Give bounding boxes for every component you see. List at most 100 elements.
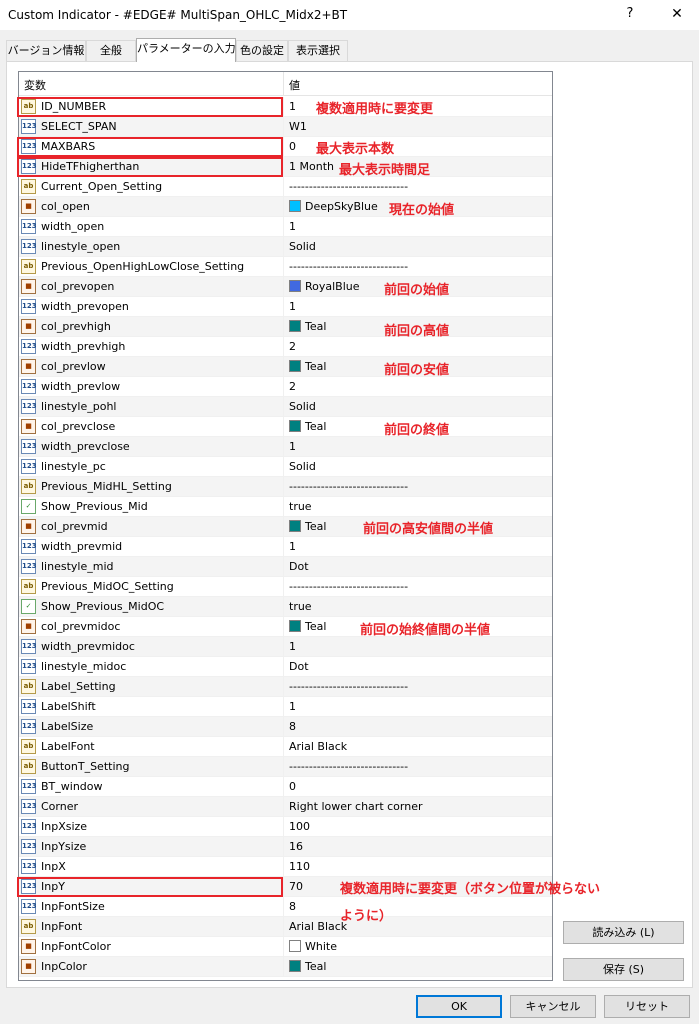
tab-colors[interactable]: 色の設定 [236, 40, 288, 62]
help-button[interactable]: ? [620, 4, 640, 24]
tab-general[interactable]: 全般 [86, 40, 136, 62]
parameter-row[interactable]: ■ col_prevclose Teal [19, 417, 552, 437]
parameter-row[interactable]: ab Previous_MidHL_Setting ----------------… [19, 477, 552, 497]
parameter-row[interactable]: ab Current_Open_Setting ------------------… [19, 177, 552, 197]
parameter-value[interactable]: Teal [289, 960, 326, 973]
parameter-value[interactable]: ------------------------------ [289, 260, 408, 273]
parameter-row[interactable]: 123 InpFontSize 8 [19, 897, 552, 917]
tab-visualization[interactable]: 表示選択 [288, 40, 348, 62]
parameter-value[interactable]: ------------------------------ [289, 760, 408, 773]
parameter-value[interactable]: 100 [289, 820, 310, 833]
parameter-row[interactable]: ✓ Show_Previous_Mid true [19, 497, 552, 517]
parameter-value[interactable]: true [289, 500, 312, 513]
parameter-value[interactable]: Teal [289, 620, 326, 633]
parameter-value[interactable]: W1 [289, 120, 307, 133]
parameter-value[interactable]: ------------------------------ [289, 580, 408, 593]
parameter-row[interactable]: 123 LabelSize 8 [19, 717, 552, 737]
parameter-row[interactable]: 123 SELECT_SPAN W1 [19, 117, 552, 137]
parameter-row[interactable]: 123 InpYsize 16 [19, 837, 552, 857]
parameter-value[interactable]: 70 [289, 880, 303, 893]
parameter-value[interactable]: 1 [289, 540, 296, 553]
parameter-row[interactable]: 123 linestyle_pohl Solid [19, 397, 552, 417]
parameter-value[interactable]: 0 [289, 140, 296, 153]
parameter-value[interactable]: ------------------------------ [289, 480, 408, 493]
parameter-row[interactable]: ab LabelFont Arial Black [19, 737, 552, 757]
load-button[interactable]: 読み込み (L) [563, 921, 684, 944]
parameter-row[interactable]: 123 LabelShift 1 [19, 697, 552, 717]
parameter-row[interactable]: ■ col_prevhigh Teal [19, 317, 552, 337]
parameter-value[interactable]: 110 [289, 860, 310, 873]
column-header-value[interactable]: 値 [289, 77, 300, 93]
parameter-row[interactable]: ab InpFont Arial Black [19, 917, 552, 937]
parameter-value[interactable]: Arial Black [289, 740, 347, 753]
parameter-value[interactable]: Teal [289, 420, 326, 433]
parameter-row[interactable]: 123 linestyle_mid Dot [19, 557, 552, 577]
parameter-value[interactable]: 1 [289, 300, 296, 313]
parameter-row[interactable]: 123 width_prevopen 1 [19, 297, 552, 317]
parameter-value[interactable]: Solid [289, 460, 316, 473]
parameter-value[interactable]: 8 [289, 720, 296, 733]
parameter-row[interactable]: ■ col_prevlow Teal [19, 357, 552, 377]
reset-button[interactable]: リセット [604, 995, 690, 1018]
parameter-row[interactable]: 123 width_prevmidoc 1 [19, 637, 552, 657]
parameter-name: InpX [41, 860, 66, 873]
parameter-value[interactable]: Teal [289, 520, 326, 533]
parameter-value[interactable]: Arial Black [289, 920, 347, 933]
parameter-value[interactable]: ------------------------------ [289, 680, 408, 693]
close-button[interactable]: ✕ [667, 4, 687, 24]
parameter-value[interactable]: 1 [289, 220, 296, 233]
parameter-value[interactable]: true [289, 600, 312, 613]
parameter-value-text: DeepSkyBlue [305, 200, 378, 213]
parameter-value[interactable]: 1 Month [289, 160, 334, 173]
parameter-value[interactable]: 2 [289, 380, 296, 393]
parameter-value[interactable]: ------------------------------ [289, 180, 408, 193]
parameter-value[interactable]: 0 [289, 780, 296, 793]
parameter-row[interactable]: 123 linestyle_pc Solid [19, 457, 552, 477]
parameter-row[interactable]: 123 width_open 1 [19, 217, 552, 237]
parameter-value[interactable]: Teal [289, 360, 326, 373]
parameter-value[interactable]: 1 [289, 100, 296, 113]
parameter-value[interactable]: 8 [289, 900, 296, 913]
parameter-row[interactable]: ab Label_Setting -------------------------… [19, 677, 552, 697]
parameter-value[interactable]: RoyalBlue [289, 280, 360, 293]
column-divider[interactable] [283, 72, 284, 96]
parameter-value[interactable]: 1 [289, 640, 296, 653]
parameter-row[interactable]: 123 Corner Right lower chart corner [19, 797, 552, 817]
parameter-row[interactable]: ab ButtonT_Setting -----------------------… [19, 757, 552, 777]
ok-button[interactable]: OK [416, 995, 502, 1018]
parameter-row[interactable]: 123 InpXsize 100 [19, 817, 552, 837]
parameter-row[interactable]: ■ col_open DeepSkyBlue [19, 197, 552, 217]
parameter-row[interactable]: 123 width_prevclose 1 [19, 437, 552, 457]
parameter-value[interactable]: Dot [289, 560, 309, 573]
column-divider [283, 257, 284, 277]
tab-inputs[interactable]: パラメーターの入力 [136, 38, 236, 62]
cancel-button[interactable]: キャンセル [510, 995, 596, 1018]
parameter-value[interactable]: Dot [289, 660, 309, 673]
parameter-row[interactable]: ■ col_prevopen RoyalBlue [19, 277, 552, 297]
parameter-row[interactable]: ab Previous_MidOC_Setting ----------------… [19, 577, 552, 597]
parameter-value[interactable]: 1 [289, 440, 296, 453]
parameter-row[interactable]: 123 linestyle_midoc Dot [19, 657, 552, 677]
parameter-row[interactable]: 123 width_prevhigh 2 [19, 337, 552, 357]
parameter-value[interactable]: White [289, 940, 337, 953]
parameter-value[interactable]: Right lower chart corner [289, 800, 423, 813]
parameter-row[interactable]: ■ InpFontColor White [19, 937, 552, 957]
parameter-value[interactable]: Solid [289, 400, 316, 413]
parameter-value[interactable]: 16 [289, 840, 303, 853]
parameter-row[interactable]: ab Previous_OpenHighLowClose_Setting -----… [19, 257, 552, 277]
parameter-row[interactable]: ✓ Show_Previous_MidOC true [19, 597, 552, 617]
parameter-value[interactable]: Solid [289, 240, 316, 253]
parameter-row[interactable]: 123 InpX 110 [19, 857, 552, 877]
tab-version-info[interactable]: バージョン情報 [6, 40, 86, 62]
parameter-row[interactable]: 123 width_prevlow 2 [19, 377, 552, 397]
parameter-row[interactable]: ■ InpColor Teal [19, 957, 552, 977]
parameter-row[interactable]: 123 BT_window 0 [19, 777, 552, 797]
column-header-variable[interactable]: 変数 [24, 77, 46, 93]
parameter-value[interactable]: Teal [289, 320, 326, 333]
parameter-row[interactable]: 123 width_prevmid 1 [19, 537, 552, 557]
parameter-value[interactable]: 2 [289, 340, 296, 353]
parameter-value[interactable]: DeepSkyBlue [289, 200, 378, 213]
save-button[interactable]: 保存 (S) [563, 958, 684, 981]
parameter-row[interactable]: 123 linestyle_open Solid [19, 237, 552, 257]
parameter-value[interactable]: 1 [289, 700, 296, 713]
